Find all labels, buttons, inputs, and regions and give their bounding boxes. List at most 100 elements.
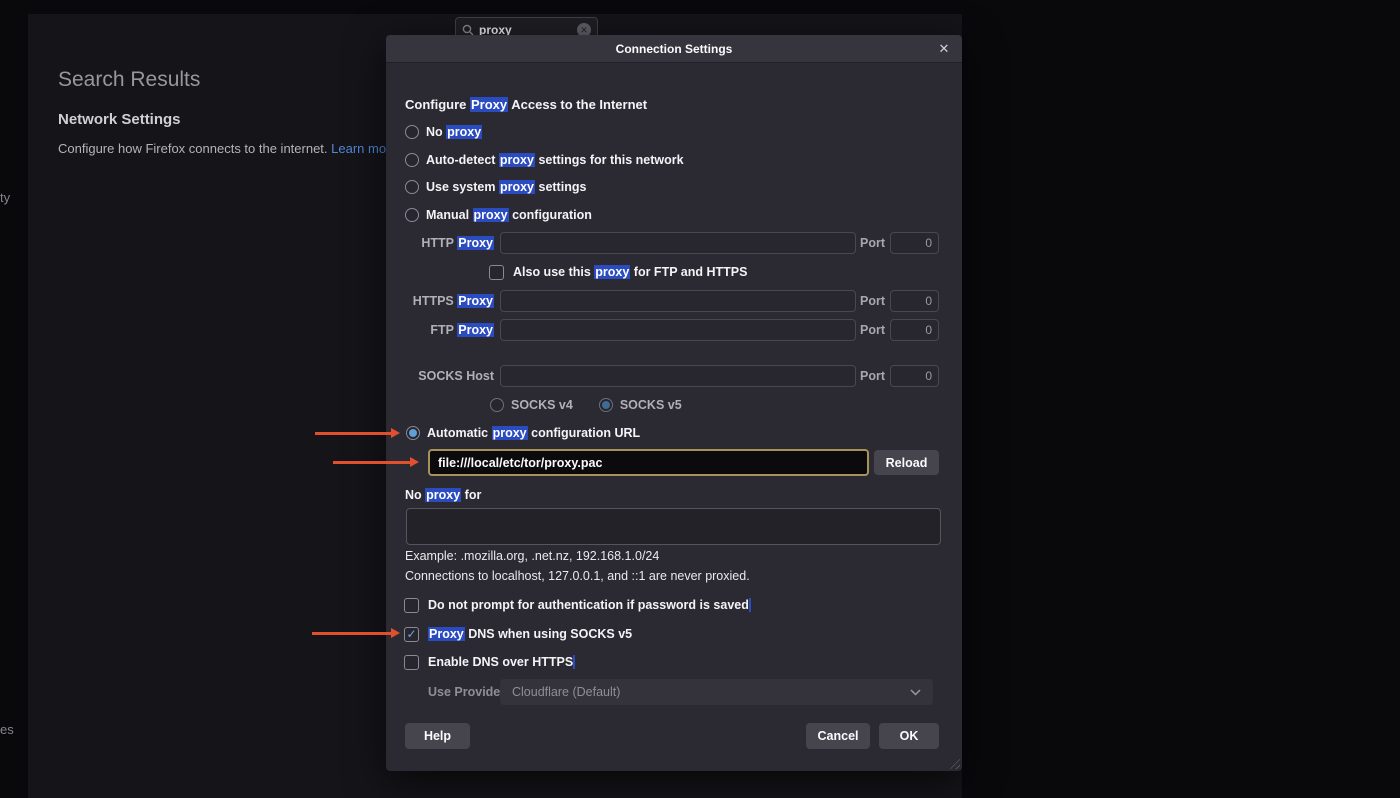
- label-text: Also use this: [513, 265, 594, 279]
- localhost-note-text: Connections to localhost, 127.0.0.1, and…: [405, 569, 750, 583]
- label-text: Use system: [426, 180, 499, 194]
- chevron-down-icon: [910, 689, 921, 696]
- label-text: Do not prompt for authentication if pass…: [428, 598, 749, 612]
- ftp-port-label: Port: [848, 319, 885, 341]
- highlighted-word: Proxy: [470, 97, 508, 112]
- auto-config-row: Automatic proxy configuration URL: [406, 425, 640, 441]
- no-proxy-for-label: No proxy for: [405, 488, 481, 502]
- socks-v4-radio[interactable]: [490, 398, 504, 412]
- radio-row-no-proxy: No proxy: [405, 124, 482, 140]
- http-proxy-input[interactable]: [500, 232, 856, 254]
- sidebar-cut-text-top: ty: [0, 190, 10, 205]
- enable-doh-label: Enable DNS over HTTPS: [428, 655, 575, 669]
- cancel-button[interactable]: Cancel: [806, 723, 870, 749]
- ftp-proxy-label: FTP Proxy: [386, 319, 494, 341]
- socks-port-label: Port: [848, 365, 885, 387]
- highlighted-word: Proxy: [457, 323, 494, 337]
- search-icon: [462, 24, 474, 36]
- label-text: for FTP and HTTPS: [630, 265, 747, 279]
- label-text: DNS when using SOCKS v5: [465, 627, 632, 641]
- ok-button[interactable]: OK: [879, 723, 939, 749]
- radio-row-auto-detect: Auto-detect proxy settings for this netw…: [405, 152, 684, 168]
- system-proxy-radio[interactable]: [405, 180, 419, 194]
- enable-doh-checkbox[interactable]: ✓: [404, 655, 419, 670]
- heading-text: Access to the Internet: [508, 97, 647, 112]
- resize-grip[interactable]: [947, 756, 960, 769]
- highlighted-word: Proxy: [457, 236, 494, 250]
- label-text: No: [426, 125, 446, 139]
- highlighted-word: proxy: [499, 153, 535, 167]
- automatic-proxy-label: Automatic proxy configuration URL: [427, 426, 640, 440]
- highlighted-word: proxy: [473, 208, 509, 222]
- socks-host-row: SOCKS Host Port: [386, 365, 962, 387]
- label-text: settings: [535, 180, 586, 194]
- auth-prompt-row: ✓ Do not prompt for authentication if pa…: [404, 596, 751, 614]
- auto-detect-label: Auto-detect proxy settings for this netw…: [426, 153, 684, 167]
- ftp-port-input[interactable]: [890, 319, 939, 341]
- http-port-input[interactable]: [890, 232, 939, 254]
- no-proxy-radio[interactable]: [405, 125, 419, 139]
- help-button[interactable]: Help: [405, 723, 470, 749]
- label-text: HTTPS: [413, 294, 457, 308]
- manual-proxy-radio[interactable]: [405, 208, 419, 222]
- highlighted-word: Proxy: [457, 294, 494, 308]
- radio-row-manual-proxy: Manual proxy configuration: [405, 207, 592, 223]
- connection-settings-dialog: Connection Settings ✕ Configure Proxy Ac…: [386, 35, 962, 771]
- ftp-proxy-input[interactable]: [500, 319, 856, 341]
- https-proxy-input[interactable]: [500, 290, 856, 312]
- network-settings-heading: Network Settings: [58, 111, 181, 128]
- reload-button[interactable]: Reload: [874, 450, 939, 475]
- dialog-header: Connection Settings: [386, 35, 962, 63]
- no-auth-prompt-checkbox[interactable]: ✓: [404, 598, 419, 613]
- label-text: for: [461, 488, 481, 502]
- https-proxy-label: HTTPS Proxy: [386, 290, 494, 312]
- also-use-row: ✓ Also use this proxy for FTP and HTTPS: [489, 263, 747, 281]
- https-proxy-row: HTTPS Proxy Port: [386, 290, 962, 312]
- network-settings-description: Configure how Firefox connects to the in…: [58, 141, 398, 156]
- label-text: HTTP: [421, 236, 457, 250]
- label-text: Automatic: [427, 426, 492, 440]
- socks-v5-label: SOCKS v5: [620, 398, 682, 412]
- socks-v5-radio[interactable]: [599, 398, 613, 412]
- proxy-config-url-input[interactable]: [428, 449, 869, 476]
- description-text: Configure how Firefox connects to the in…: [58, 141, 331, 156]
- socks-host-input[interactable]: [500, 365, 856, 387]
- no-proxy-label: No proxy: [426, 125, 482, 139]
- close-icon[interactable]: ✕: [936, 41, 952, 57]
- no-proxy-for-textarea[interactable]: [406, 508, 941, 545]
- manual-proxy-label: Manual proxy configuration: [426, 208, 592, 222]
- auto-detect-proxy-radio[interactable]: [405, 153, 419, 167]
- radio-row-system-proxy: Use system proxy settings: [405, 179, 586, 195]
- socks-host-label: SOCKS Host: [386, 365, 494, 387]
- annotation-arrow-proxy-dns: [312, 632, 391, 635]
- ftp-proxy-row: FTP Proxy Port: [386, 319, 962, 341]
- highlighted-word: [573, 655, 575, 669]
- highlighted-word: proxy: [425, 488, 461, 502]
- also-use-proxy-checkbox[interactable]: ✓: [489, 265, 504, 280]
- annotation-arrow-automatic-radio: [315, 432, 391, 435]
- socks-v4-label: SOCKS v4: [511, 398, 573, 412]
- provider-dropdown[interactable]: Cloudflare (Default): [500, 679, 933, 705]
- no-auth-prompt-label: Do not prompt for authentication if pass…: [428, 598, 751, 612]
- label-text: configuration: [509, 208, 592, 222]
- label-text: No: [405, 488, 425, 502]
- provider-value: Cloudflare (Default): [512, 685, 910, 699]
- dialog-title: Connection Settings: [616, 42, 733, 56]
- https-port-input[interactable]: [890, 290, 939, 312]
- label-text: FTP: [430, 323, 457, 337]
- automatic-proxy-radio[interactable]: [406, 426, 420, 440]
- proxy-dns-label: Proxy DNS when using SOCKS v5: [428, 627, 632, 641]
- label-text: configuration URL: [528, 426, 641, 440]
- also-use-label: Also use this proxy for FTP and HTTPS: [513, 265, 747, 279]
- sidebar-cut-text-bottom: es: [0, 722, 14, 737]
- label-text: Manual: [426, 208, 473, 222]
- proxy-dns-row: ✓ Proxy DNS when using SOCKS v5: [404, 625, 632, 643]
- checkmark-icon: ✓: [406, 627, 416, 641]
- http-proxy-label: HTTP Proxy: [386, 232, 494, 254]
- page-title: Search Results: [58, 68, 200, 92]
- socks-port-input[interactable]: [890, 365, 939, 387]
- https-port-label: Port: [848, 290, 885, 312]
- label-text: Enable DNS over HTTPS: [428, 655, 573, 669]
- proxy-dns-checkbox[interactable]: ✓: [404, 627, 419, 642]
- http-port-label: Port: [848, 232, 885, 254]
